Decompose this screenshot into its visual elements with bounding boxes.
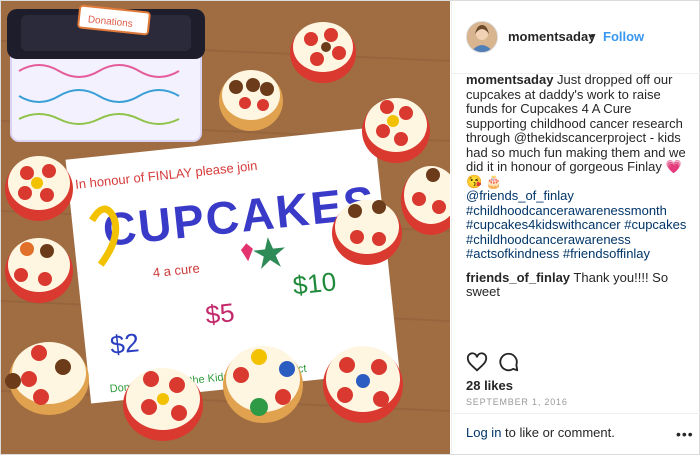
cupcake xyxy=(5,156,73,221)
post-photo[interactable]: Donations In honour of FINLAY please joi… xyxy=(1,1,450,454)
caption-text: Just dropped off our cupcakes at daddy's… xyxy=(466,72,686,189)
price-10: $10 xyxy=(291,266,337,300)
hashtag-line[interactable]: #childhoodcancerawarenessmonth xyxy=(466,203,667,218)
header-username[interactable]: momentsaday xyxy=(508,29,595,44)
comment-icon[interactable] xyxy=(498,351,520,378)
login-link[interactable]: Log in xyxy=(466,425,501,440)
price-2: $2 xyxy=(109,327,141,360)
cupcake xyxy=(323,346,403,423)
separator-dot: • xyxy=(590,28,595,43)
cupcake xyxy=(332,200,402,265)
cupcake xyxy=(123,368,203,441)
heart-icon[interactable] xyxy=(466,351,488,378)
cupcake xyxy=(223,346,303,423)
caption: momentsaday Just dropped off our cupcake… xyxy=(466,72,690,262)
cupcakes-photo: Donations In honour of FINLAY please joi… xyxy=(1,1,450,454)
post-date: SEPTEMBER 1, 2016 xyxy=(466,397,568,407)
donation-box: Donations xyxy=(7,4,205,142)
comments-section: momentsaday Just dropped off our cupcake… xyxy=(466,72,690,300)
comment-item: friends_of_finlay Thank you!!!! So sweet xyxy=(466,270,690,300)
post-footer: Log in to like or comment. ••• xyxy=(452,413,700,455)
avatar[interactable] xyxy=(466,21,498,53)
comment-username[interactable]: friends_of_finlay xyxy=(466,270,570,285)
hashtag-line[interactable]: #childhoodcancerawareness xyxy=(466,232,631,247)
follow-button[interactable]: Follow xyxy=(603,29,644,44)
caption-username[interactable]: momentsaday xyxy=(466,72,553,87)
post-header: momentsaday • Follow xyxy=(452,1,700,74)
more-options-icon[interactable]: ••• xyxy=(676,426,694,442)
cupcake xyxy=(5,238,73,303)
post-sidebar: momentsaday • Follow momentsaday Just dr… xyxy=(451,1,700,454)
hashtag-line[interactable]: #actsofkindness #friendsoffinlay xyxy=(466,246,650,261)
cupcake xyxy=(290,22,356,83)
login-prompt: Log in to like or comment. xyxy=(466,425,615,440)
action-bar xyxy=(466,351,690,375)
hashtag-line[interactable]: #cupcakes4kidswithcancer #cupcakes xyxy=(466,217,686,232)
cupcake xyxy=(219,70,283,131)
likes-count[interactable]: 28 likes xyxy=(466,378,513,393)
price-5: $5 xyxy=(204,297,236,330)
hashtag-line[interactable]: @friends_of_finlay xyxy=(466,188,574,203)
post-container: Donations In honour of FINLAY please joi… xyxy=(0,0,700,455)
cupcake xyxy=(362,98,430,163)
login-prompt-text: to like or comment. xyxy=(501,425,615,440)
avatar-image xyxy=(467,22,497,52)
